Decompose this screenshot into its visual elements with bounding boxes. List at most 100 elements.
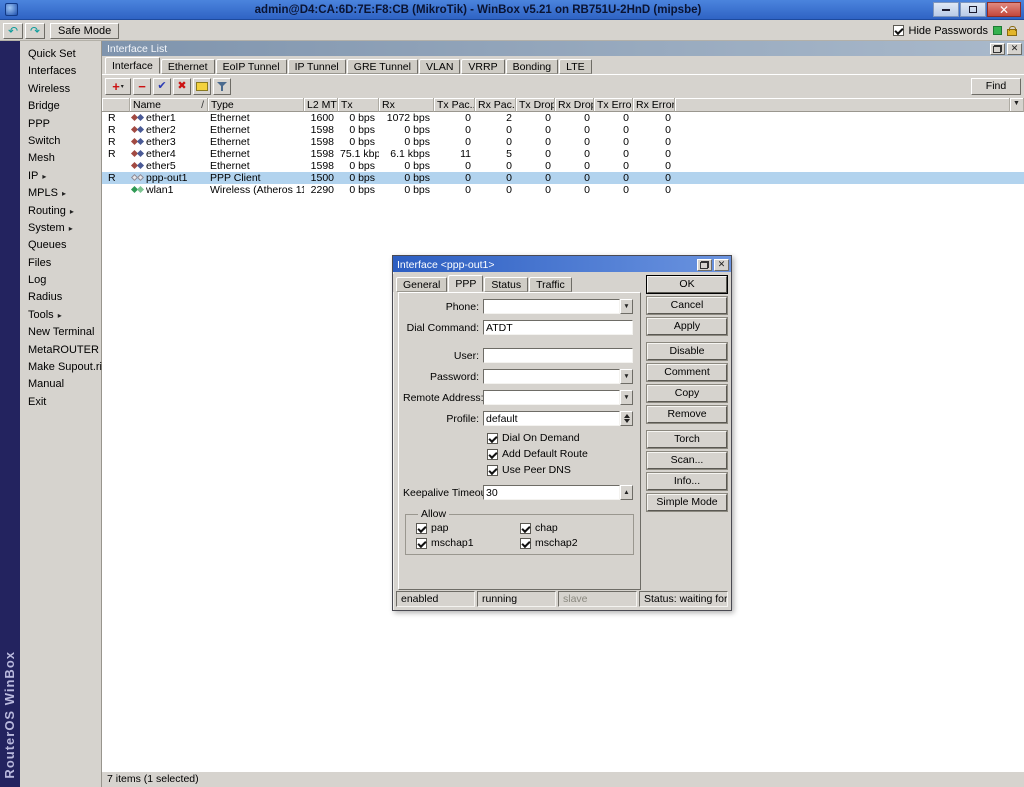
table-row-ppp-out1[interactable]: R ppp-out1 PPP Client 1500 0 bps 0 bps 0… [102, 172, 1024, 184]
info-button[interactable]: Info... [647, 473, 727, 490]
forward-button[interactable]: ↷ [25, 23, 45, 39]
rx-drops-column-header[interactable]: Rx Drops [555, 98, 594, 112]
sidebar-item-mesh[interactable]: Mesh [20, 150, 101, 167]
ok-button[interactable]: OK [647, 276, 727, 293]
use-peer-dns-checkbox[interactable] [487, 465, 498, 476]
remove-button[interactable]: Remove [647, 406, 727, 423]
tx-errors-column-header[interactable]: Tx Errors [594, 98, 633, 112]
table-row-ether3[interactable]: R ether3 Ethernet 1598 0 bps 0 bps 0 0 0… [102, 136, 1024, 148]
tab-vrrp[interactable]: VRRP [461, 59, 504, 74]
cancel-button[interactable]: Cancel [647, 297, 727, 314]
sidebar-item-radius[interactable]: Radius [20, 289, 101, 306]
close-button[interactable]: ✕ [987, 2, 1021, 17]
profile-input[interactable] [483, 411, 620, 426]
find-button[interactable]: Find [971, 78, 1021, 95]
sidebar-item-bridge[interactable]: Bridge [20, 98, 101, 115]
table-row-ether2[interactable]: R ether2 Ethernet 1598 0 bps 0 bps 0 0 0… [102, 124, 1024, 136]
rx-column-header[interactable]: Rx [379, 98, 434, 112]
filter-button[interactable] [213, 78, 231, 95]
sidebar-item-ip[interactable]: IP▸ [20, 168, 101, 185]
tab-gre-tunnel[interactable]: GRE Tunnel [347, 59, 418, 74]
tab-ip-tunnel[interactable]: IP Tunnel [288, 59, 346, 74]
phone-dropdown-button[interactable]: ▼ [620, 299, 633, 314]
table-row-ether4[interactable]: R ether4 Ethernet 1598 75.1 kbps 6.1 kbp… [102, 148, 1024, 160]
disable-button[interactable]: ✖ [173, 78, 191, 95]
remove-button[interactable]: − [133, 78, 151, 95]
column-select-button[interactable]: ▼ [1010, 98, 1024, 112]
restore-button[interactable] [697, 259, 712, 271]
profile-updown-button[interactable] [620, 411, 633, 426]
sidebar-item-metarouter[interactable]: MetaROUTER [20, 342, 101, 359]
keepalive-up-button[interactable]: ▲ [620, 485, 633, 500]
type-column-header[interactable]: Type [208, 98, 304, 112]
tab-vlan[interactable]: VLAN [419, 59, 460, 74]
remote-address-input[interactable] [483, 390, 620, 405]
comment-button[interactable]: Comment [647, 364, 727, 381]
add-default-route-checkbox[interactable] [487, 449, 498, 460]
flag-column-header[interactable] [102, 98, 130, 112]
user-input[interactable] [483, 348, 633, 363]
apply-button[interactable]: Apply [647, 318, 727, 335]
minimize-button[interactable] [933, 2, 959, 17]
torch-button[interactable]: Torch [647, 431, 727, 448]
simple-mode-button[interactable]: Simple Mode [647, 494, 727, 511]
keepalive-timeout-input[interactable] [483, 485, 620, 500]
scan-button[interactable]: Scan... [647, 452, 727, 469]
sidebar-item-exit[interactable]: Exit [20, 394, 101, 411]
tab-lte[interactable]: LTE [559, 59, 591, 74]
maximize-button[interactable] [960, 2, 986, 17]
sidebar-item-system[interactable]: System▸ [20, 220, 101, 237]
sidebar-item-make-supout[interactable]: Make Supout.rif [20, 359, 101, 376]
sidebar-item-mpls[interactable]: MPLS▸ [20, 185, 101, 202]
sidebar-item-interfaces[interactable]: Interfaces [20, 63, 101, 80]
table-row-wlan1[interactable]: wlan1 Wireless (Atheros 11N) 2290 0 bps … [102, 184, 1024, 196]
l2mtu-column-header[interactable]: L2 MTU [304, 98, 338, 112]
phone-input[interactable] [483, 299, 620, 314]
rx-errors-column-header[interactable]: Rx Errors [633, 98, 675, 112]
sidebar-item-quick-set[interactable]: Quick Set [20, 46, 101, 63]
enable-button[interactable]: ✔ [153, 78, 171, 95]
table-row-ether5[interactable]: ether5 Ethernet 1598 0 bps 0 bps 0 0 0 0… [102, 160, 1024, 172]
tab-eoip-tunnel[interactable]: EoIP Tunnel [216, 59, 287, 74]
comment-button[interactable] [193, 78, 211, 95]
sidebar-item-ppp[interactable]: PPP [20, 116, 101, 133]
table-row-ether1[interactable]: R ether1 Ethernet 1600 0 bps 1072 bps 0 … [102, 112, 1024, 124]
close-button[interactable]: ✕ [714, 259, 729, 271]
tab-ppp[interactable]: PPP [448, 275, 483, 292]
restore-button[interactable] [990, 43, 1005, 55]
sidebar-item-tools[interactable]: Tools▸ [20, 307, 101, 324]
name-column-header[interactable]: /Name [130, 98, 208, 112]
safe-mode-button[interactable]: Safe Mode [50, 23, 119, 39]
sidebar-item-new-terminal[interactable]: New Terminal [20, 324, 101, 341]
chap-checkbox[interactable] [520, 523, 531, 534]
sidebar-item-log[interactable]: Log [20, 272, 101, 289]
tab-ethernet[interactable]: Ethernet [161, 59, 215, 74]
sidebar-item-queues[interactable]: Queues [20, 237, 101, 254]
add-button[interactable]: +▾ [105, 78, 131, 95]
close-button[interactable]: ✕ [1007, 43, 1022, 55]
sidebar-item-wireless[interactable]: Wireless [20, 81, 101, 98]
rx-packet-column-header[interactable]: Rx Pac... [475, 98, 516, 112]
sidebar-item-manual[interactable]: Manual [20, 376, 101, 393]
remote-address-dropdown-button[interactable]: ▼ [620, 390, 633, 405]
tab-traffic[interactable]: Traffic [529, 277, 572, 292]
tx-drops-column-header[interactable]: Tx Drops [516, 98, 555, 112]
dial-on-demand-checkbox[interactable] [487, 433, 498, 444]
hide-passwords-checkbox[interactable] [893, 25, 904, 36]
tab-bonding[interactable]: Bonding [506, 59, 559, 74]
tab-general[interactable]: General [396, 277, 447, 292]
back-button[interactable]: ↶ [3, 23, 23, 39]
sidebar-item-switch[interactable]: Switch [20, 133, 101, 150]
mschap1-checkbox[interactable] [416, 538, 427, 549]
pap-checkbox[interactable] [416, 523, 427, 534]
sidebar-item-routing[interactable]: Routing▸ [20, 203, 101, 220]
tab-interface[interactable]: Interface [105, 57, 160, 74]
tx-packet-column-header[interactable]: Tx Pac... [434, 98, 475, 112]
tab-status[interactable]: Status [484, 277, 528, 292]
copy-button[interactable]: Copy [647, 385, 727, 402]
password-input[interactable] [483, 369, 620, 384]
sidebar-item-files[interactable]: Files [20, 255, 101, 272]
dial-command-input[interactable] [483, 320, 633, 335]
tx-column-header[interactable]: Tx [338, 98, 379, 112]
disable-button[interactable]: Disable [647, 343, 727, 360]
